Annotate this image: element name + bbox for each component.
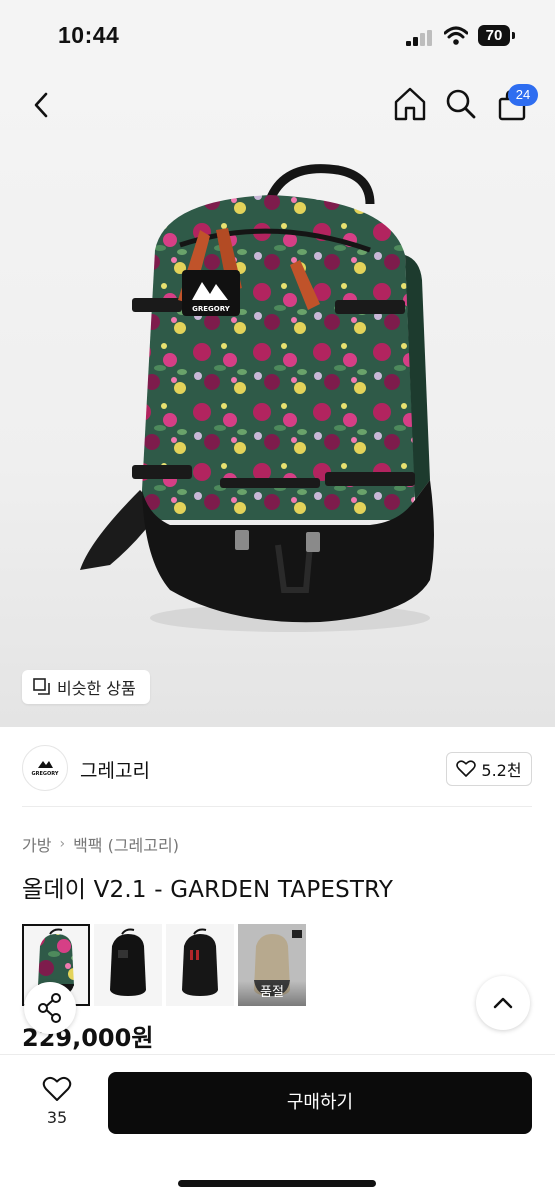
gregory-logo-patch: GREGORY — [192, 305, 231, 313]
product-image-backpack: GREGORY — [80, 164, 434, 632]
search-icon[interactable] — [445, 88, 477, 120]
variant-thumb-beige-soldout[interactable]: 품절 — [238, 924, 306, 1006]
brand-like-button[interactable]: 5.2천 — [446, 752, 532, 786]
breadcrumb: 가방 › 백팩 (그레고리) — [22, 832, 179, 856]
similar-products-button[interactable]: 비슷한 상품 — [22, 670, 150, 704]
brand-like-count: 5.2천 — [481, 761, 522, 780]
wifi-icon — [444, 26, 468, 45]
similar-stack-icon — [33, 678, 50, 695]
chevron-up-icon — [493, 997, 513, 1009]
home-icon[interactable] — [393, 86, 427, 122]
share-icon — [38, 993, 61, 1023]
scroll-top-button[interactable] — [476, 976, 530, 1030]
similar-products-label: 비슷한 상품 — [57, 679, 136, 698]
back-chevron-icon[interactable] — [28, 88, 54, 122]
soldout-label: 품절 — [238, 981, 306, 1006]
chevron-right-icon: › — [59, 836, 66, 852]
battery-icon: 70 — [478, 25, 516, 47]
home-indicator — [178, 1180, 376, 1187]
variant-thumb-black-red[interactable] — [166, 924, 234, 1006]
battery-level: 70 — [478, 25, 510, 46]
status-time: 10:44 — [58, 22, 120, 48]
wishlist-count: 35 — [46, 1108, 68, 1127]
variant-thumb-black[interactable] — [94, 924, 162, 1006]
heart-outline-icon — [456, 760, 477, 777]
brand-row: GREGORY 그레고리 5.2천 — [22, 745, 532, 791]
brand-name-link[interactable]: 그레고리 — [80, 756, 150, 783]
brand-logo[interactable]: GREGORY — [22, 745, 68, 791]
gregory-logo-icon: GREGORY — [32, 761, 59, 777]
breadcrumb-item-backpack[interactable]: 백팩 (그레고리) — [73, 832, 179, 856]
breadcrumb-item-bags[interactable]: 가방 — [22, 832, 51, 856]
buy-button[interactable]: 구매하기 — [108, 1072, 532, 1134]
cart-count-badge: 24 — [508, 84, 538, 106]
product-title: 올데이 V2.1 - GARDEN TAPESTRY — [22, 877, 394, 903]
divider — [22, 806, 532, 807]
wishlist-heart-icon[interactable] — [42, 1076, 72, 1103]
status-bar: 10:44 70 — [0, 0, 555, 72]
signal-icon — [406, 30, 432, 46]
brand-logo-text: GREGORY — [32, 771, 59, 777]
share-button[interactable] — [24, 982, 76, 1034]
